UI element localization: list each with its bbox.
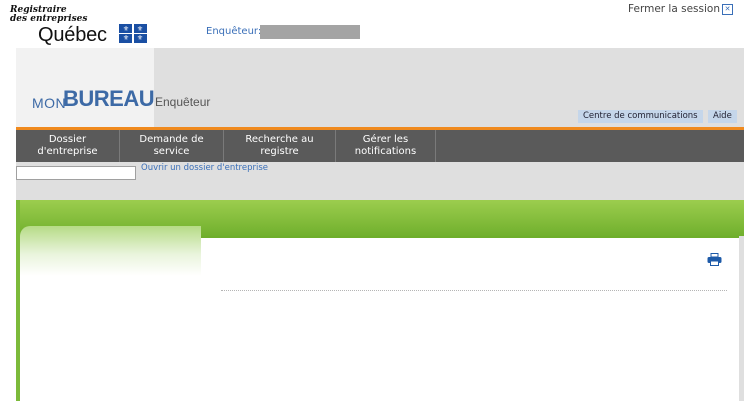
nav-manage-notifications[interactable]: Gérer les notifications [336,130,436,162]
nav-registry-search[interactable]: Recherche au registre [224,130,336,162]
printer-icon[interactable] [707,253,722,266]
logout-link[interactable]: Fermer la session [628,3,720,15]
nav-service-request[interactable]: Demande de service [120,130,224,162]
brand-bureau: BUREAU [63,86,155,111]
nav-registry-search-line2: registre [260,146,299,157]
quebec-wordmark: Québec [38,24,107,46]
nav-service-request-line2: service [153,146,190,157]
communications-center-link[interactable]: Centre de communications [578,110,703,123]
nav-manage-notifications-line1: Gérer les [362,134,409,145]
nav-service-request-line1: Demande de [139,134,204,145]
help-link[interactable]: Aide [708,110,737,123]
brand-role: Enquêteur [155,95,211,109]
nav-business-file-line2: d'entreprise [37,146,98,157]
left-sidebar [20,226,201,401]
content-divider [221,290,727,291]
investigator-name-redacted [260,25,360,39]
nav-business-file-line1: Dossier [48,134,87,145]
content-right-edge [739,236,744,401]
brand-mon: MON [32,95,67,111]
registry-line2: des entreprises [10,14,88,24]
close-box-icon[interactable]: ✕ [722,4,733,15]
nav-business-file[interactable]: Dossier d'entreprise [16,130,120,162]
investigator-label: Enquêteur: [206,26,262,37]
open-business-file-link[interactable]: Ouvrir un dossier d'entreprise [141,163,268,173]
nav-manage-notifications-line2: notifications [354,146,417,157]
quebec-registry-logo[interactable]: Registraire des entreprises Québec ⚜ ⚜ ⚜… [10,6,160,48]
main-nav: Dossier d'entreprise Demande de service … [16,130,744,162]
main-content-panel [201,236,739,403]
quebec-flag-icon: ⚜ ⚜ ⚜ ⚜ [119,24,147,43]
business-file-number-input[interactable] [16,166,136,180]
nav-registry-search-line1: Recherche au [245,134,314,145]
